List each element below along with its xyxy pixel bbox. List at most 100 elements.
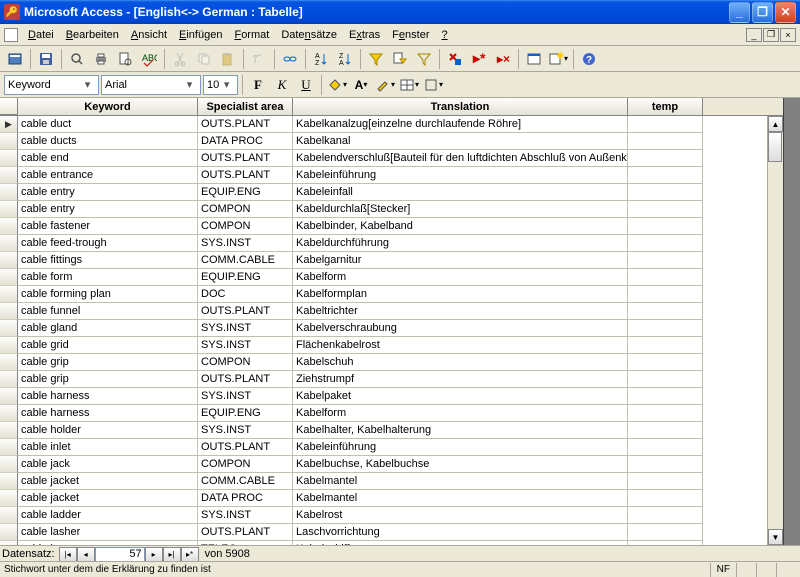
row-selector[interactable] (0, 354, 18, 371)
next-record-button[interactable]: ▸ (145, 547, 163, 562)
cell[interactable] (628, 252, 703, 269)
cell[interactable]: cable fittings (18, 252, 198, 269)
cell[interactable] (628, 388, 703, 405)
menu-ansicht[interactable]: Ansicht (125, 27, 173, 43)
close-button[interactable]: ✕ (775, 2, 796, 23)
cell[interactable]: Kabeldurchführung (293, 235, 628, 252)
cell[interactable] (628, 524, 703, 541)
special-effect-button[interactable]: ▾ (422, 74, 444, 96)
cell[interactable]: COMPON (198, 456, 293, 473)
cell[interactable]: cable feed-trough (18, 235, 198, 252)
cell[interactable]: cable funnel (18, 303, 198, 320)
cell[interactable]: SYS.INST (198, 507, 293, 524)
cell[interactable] (628, 337, 703, 354)
table-row[interactable]: cable ductsDATA PROCKabelkanal (0, 133, 783, 150)
cell[interactable] (628, 405, 703, 422)
cell[interactable]: OUTS.PLANT (198, 116, 293, 133)
cell[interactable] (628, 473, 703, 490)
table-row[interactable]: cable jacketDATA PROCKabelmantel (0, 490, 783, 507)
cell[interactable]: Kabelpaket (293, 388, 628, 405)
new-record-nav-button[interactable]: ▸* (181, 547, 199, 562)
italic-button[interactable]: K (271, 74, 293, 96)
row-selector[interactable] (0, 303, 18, 320)
cell[interactable]: cable entry (18, 201, 198, 218)
fillcolor-button[interactable]: ▾ (326, 74, 348, 96)
cell[interactable]: Kabelrost (293, 507, 628, 524)
cell[interactable]: cable form (18, 269, 198, 286)
last-record-button[interactable]: ▸| (163, 547, 181, 562)
column-header-specialist-area[interactable]: Specialist area (198, 98, 293, 115)
cell[interactable]: OUTS.PLANT (198, 303, 293, 320)
new-object-button[interactable]: ✸▾ (547, 48, 569, 70)
cell[interactable]: Kabelhalter, Kabelhalterung (293, 422, 628, 439)
row-selector[interactable] (0, 507, 18, 524)
undo-button[interactable] (248, 48, 270, 70)
cell[interactable] (628, 439, 703, 456)
cell[interactable] (628, 303, 703, 320)
vertical-scrollbar[interactable]: ▲ ▼ (767, 116, 783, 545)
cell[interactable]: Kabelbinder, Kabelband (293, 218, 628, 235)
menu-extras[interactable]: Extras (343, 27, 386, 43)
cell[interactable]: Ziehstrumpf (293, 371, 628, 388)
cell[interactable]: cable jack (18, 456, 198, 473)
cell[interactable]: cable duct (18, 116, 198, 133)
cell[interactable]: Kabeleinführung (293, 439, 628, 456)
record-number-input[interactable] (95, 547, 145, 562)
menu-einfügen[interactable]: Einfügen (173, 27, 228, 43)
scroll-thumb[interactable] (768, 132, 782, 162)
row-selector[interactable] (0, 371, 18, 388)
preview-button[interactable] (114, 48, 136, 70)
cell[interactable]: SYS.INST (198, 235, 293, 252)
save-button[interactable] (35, 48, 57, 70)
cell[interactable]: Kabelgarnitur (293, 252, 628, 269)
prev-record-button[interactable]: ◂ (77, 547, 95, 562)
cell[interactable]: cable fastener (18, 218, 198, 235)
cell[interactable]: cable gland (18, 320, 198, 337)
column-header-keyword[interactable]: Keyword (18, 98, 198, 115)
cell[interactable] (628, 456, 703, 473)
table-row[interactable]: cable gripCOMPONKabelschuh (0, 354, 783, 371)
view-button[interactable] (4, 48, 26, 70)
table-row[interactable]: cable ladderSYS.INSTKabelrost (0, 507, 783, 524)
scroll-down-button[interactable]: ▼ (768, 529, 783, 545)
cell[interactable]: DOC (198, 286, 293, 303)
row-selector[interactable] (0, 422, 18, 439)
fontsize-combo[interactable]: 10▾ (203, 75, 238, 95)
cell[interactable]: Kabelkanal (293, 133, 628, 150)
cell[interactable]: cable ladder (18, 507, 198, 524)
menu-?[interactable]: ? (436, 27, 454, 43)
underline-button[interactable]: U (295, 74, 317, 96)
cell[interactable]: SYS.INST (198, 388, 293, 405)
new-record-button[interactable]: ▸* (468, 48, 490, 70)
menu-bearbeiten[interactable]: Bearbeiten (60, 27, 125, 43)
paste-button[interactable] (217, 48, 239, 70)
db-window-button[interactable] (523, 48, 545, 70)
gridlines-button[interactable]: ▾ (398, 74, 420, 96)
row-selector[interactable] (0, 405, 18, 422)
row-selector[interactable] (0, 235, 18, 252)
cell[interactable]: DATA PROC (198, 133, 293, 150)
menu-format[interactable]: Format (228, 27, 275, 43)
row-selector[interactable] (0, 167, 18, 184)
table-row[interactable]: ▶cable ductOUTS.PLANTKabelkanalzug[einze… (0, 116, 783, 133)
menu-fenster[interactable]: Fenster (386, 27, 435, 43)
cell[interactable]: COMM.CABLE (198, 252, 293, 269)
cell[interactable]: Kabelform (293, 405, 628, 422)
cell[interactable]: OUTS.PLANT (198, 371, 293, 388)
cell[interactable]: COMM.CABLE (198, 473, 293, 490)
cell[interactable]: EQUIP.ENG (198, 405, 293, 422)
table-row[interactable]: cable inletOUTS.PLANTKabeleinführung (0, 439, 783, 456)
cell[interactable]: cable lasher (18, 524, 198, 541)
cell[interactable] (628, 235, 703, 252)
row-selector[interactable] (0, 320, 18, 337)
cell[interactable]: cable harness (18, 388, 198, 405)
copy-button[interactable] (193, 48, 215, 70)
cell[interactable]: SYS.INST (198, 320, 293, 337)
table-row[interactable]: cable fittingsCOMM.CABLEKabelgarnitur (0, 252, 783, 269)
cell[interactable]: cable jacket (18, 473, 198, 490)
cell[interactable]: EQUIP.ENG (198, 269, 293, 286)
table-row[interactable]: cable forming planDOCKabelformplan (0, 286, 783, 303)
cell[interactable] (628, 286, 703, 303)
mdi-minimize-button[interactable]: _ (746, 28, 762, 42)
cell[interactable]: Kabeleinführung (293, 167, 628, 184)
